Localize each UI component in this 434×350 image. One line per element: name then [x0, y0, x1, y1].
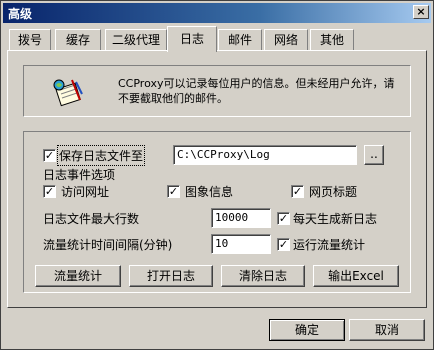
page-title-checkbox[interactable]: ✓ — [291, 185, 304, 198]
info-text: CCProxy可以记录每位用户的信息。但未经用户允许，请不要截取他们的邮件。 — [118, 77, 395, 105]
log-events-label: 日志事件选项 — [43, 168, 116, 182]
open-log-button[interactable]: 打开日志 — [129, 265, 213, 287]
tab-dial[interactable]: 拨号 — [9, 29, 51, 51]
tab-cache[interactable]: 缓存 — [55, 29, 101, 51]
tab-network[interactable]: 网络 — [264, 29, 308, 51]
clear-log-button[interactable]: 清除日志 — [221, 265, 305, 287]
image-info-label: 图象信息 — [185, 185, 234, 199]
max-lines-label: 日志文件最大行数 — [43, 212, 140, 226]
save-log-checkbox[interactable]: ✓ — [43, 149, 56, 162]
page-title-label: 网页标题 — [309, 185, 358, 199]
log-notebook-icon — [53, 79, 83, 107]
stats-interval-label: 流量统计时间间隔(分钟) — [43, 238, 173, 252]
window-title: 高级 — [8, 7, 33, 21]
max-lines-input[interactable]: 10000 — [211, 208, 271, 228]
visit-url-checkbox[interactable]: ✓ — [43, 185, 56, 198]
browse-button[interactable]: .. — [364, 145, 384, 165]
tab-other[interactable]: 其他 — [310, 29, 354, 51]
tab-mail[interactable]: 邮件 — [218, 29, 262, 51]
traffic-stats-button[interactable]: 流量统计 — [35, 265, 121, 287]
title-bar: 高级 × — [3, 3, 431, 23]
run-stats-checkbox[interactable]: ✓ — [277, 238, 290, 251]
close-button[interactable]: × — [413, 5, 429, 19]
advanced-dialog: 高级 × 拨号 缓存 二级代理 日志 邮件 网络 其他 CCProxy可以记录每… — [0, 0, 434, 350]
export-excel-button[interactable]: 输出Excel — [313, 265, 399, 287]
stats-interval-input[interactable]: 10 — [211, 234, 271, 254]
ok-button[interactable]: 确定 — [269, 319, 345, 341]
daily-new-log-label: 每天生成新日志 — [293, 212, 378, 226]
log-path-input[interactable]: C:\CCProxy\Log — [173, 145, 357, 165]
run-stats-label: 运行流量统计 — [293, 238, 366, 252]
image-info-checkbox[interactable]: ✓ — [167, 185, 180, 198]
info-box: CCProxy可以记录每位用户的信息。但未经用户允许，请不要截取他们的邮件。 — [23, 65, 411, 117]
tab-log[interactable]: 日志 — [167, 26, 217, 52]
cancel-button[interactable]: 取消 — [349, 319, 425, 341]
daily-new-log-checkbox[interactable]: ✓ — [277, 212, 290, 225]
tab-secondary-proxy[interactable]: 二级代理 — [105, 29, 167, 51]
save-log-label: 保存日志文件至 — [56, 145, 146, 166]
visit-url-label: 访问网址 — [61, 185, 110, 199]
